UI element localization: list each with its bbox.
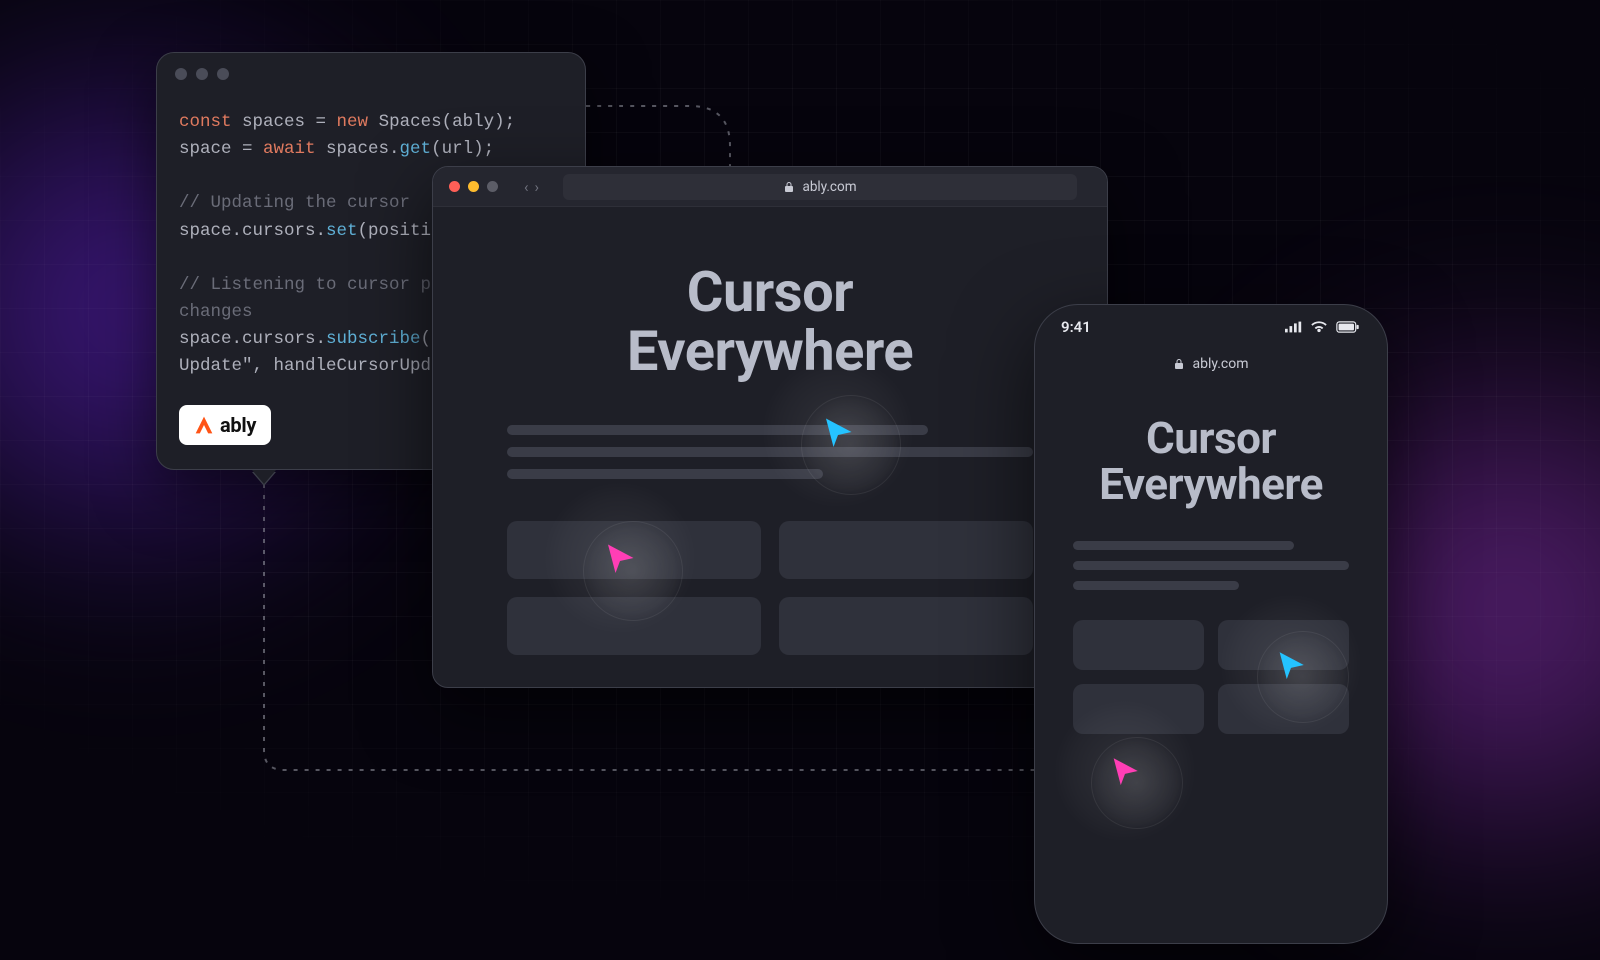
- minimize-dot[interactable]: [468, 181, 479, 192]
- zoom-dot[interactable]: [487, 181, 498, 192]
- placeholder-card: [779, 597, 1033, 655]
- phone-frame: 9:41 ably.com Cursor Everywhere: [1034, 304, 1388, 944]
- heading-line: Cursor: [1146, 412, 1276, 464]
- code-keyword: const: [179, 112, 232, 132]
- cursor-icon: [1108, 754, 1142, 788]
- browser-content: Cursor Everywhere: [433, 207, 1107, 688]
- status-bar: 9:41: [1035, 305, 1387, 349]
- heading-line: Everywhere: [1099, 458, 1323, 510]
- placeholder-line: [1073, 541, 1294, 550]
- placeholder-lines: [1073, 541, 1349, 590]
- placeholder-line: [1073, 581, 1239, 590]
- placeholder-line: [507, 447, 1033, 457]
- nav-buttons: ‹ ›: [524, 178, 539, 196]
- code-keyword: new: [337, 112, 369, 132]
- code-fn: get: [400, 139, 432, 159]
- code-text: Spaces(ably);: [368, 112, 515, 132]
- placeholder-lines: [507, 425, 1033, 479]
- traffic-lights: [449, 181, 498, 192]
- address-url: ably.com: [1192, 356, 1248, 372]
- back-button[interactable]: ‹: [524, 178, 529, 196]
- placeholder-cards: [507, 521, 1033, 655]
- placeholder-card: [507, 597, 761, 655]
- placeholder-line: [1073, 561, 1349, 570]
- close-dot[interactable]: [449, 181, 460, 192]
- phone-content: Cursor Everywhere: [1035, 387, 1387, 734]
- code-text: space.cursors.: [179, 221, 326, 241]
- code-fn: set: [326, 221, 358, 241]
- ably-badge-label: ably: [220, 413, 256, 437]
- page-heading: Cursor Everywhere: [1073, 415, 1349, 507]
- code-text: space =: [179, 139, 263, 159]
- address-bar[interactable]: ably.com: [563, 174, 1077, 200]
- code-keyword: await: [263, 139, 316, 159]
- ably-logo-icon: [194, 415, 214, 435]
- placeholder-card: [1073, 620, 1204, 670]
- ably-badge: ably: [179, 405, 271, 445]
- placeholder-card: [779, 521, 1033, 579]
- heading-line: Everywhere: [627, 318, 913, 384]
- editor-speech-nub: [252, 470, 276, 484]
- placeholder-card: [1073, 684, 1204, 734]
- code-text: (url);: [431, 139, 494, 159]
- browser-window: ‹ › ably.com Cursor Everywhere: [432, 166, 1108, 688]
- placeholder-cards: [1073, 620, 1349, 734]
- battery-icon: [1335, 321, 1361, 333]
- placeholder-card: [507, 521, 761, 579]
- editor-titlebar: [157, 53, 585, 95]
- code-text: space.cursors.: [179, 329, 326, 349]
- placeholder-card: [1218, 620, 1349, 670]
- code-comment: // Updating the cursor: [179, 193, 410, 213]
- browser-toolbar: ‹ › ably.com: [433, 167, 1107, 207]
- lock-icon: [1173, 358, 1185, 370]
- forward-button[interactable]: ›: [535, 178, 540, 196]
- phone-address-bar[interactable]: ably.com: [1035, 349, 1387, 379]
- window-dot: [196, 68, 208, 80]
- lock-icon: [783, 181, 795, 193]
- address-url: ably.com: [802, 179, 856, 195]
- window-dot: [175, 68, 187, 80]
- wifi-icon: [1310, 321, 1328, 333]
- status-time: 9:41: [1061, 318, 1091, 336]
- code-text: spaces.: [316, 139, 400, 159]
- window-dot: [217, 68, 229, 80]
- code-fn: subscribe: [326, 329, 421, 349]
- status-icons: [1285, 321, 1361, 333]
- code-text: spaces =: [232, 112, 337, 132]
- cursor-halo: [1091, 737, 1183, 829]
- signal-icon: [1285, 321, 1303, 333]
- page-heading: Cursor Everywhere: [507, 263, 1033, 381]
- placeholder-line: [507, 425, 928, 435]
- placeholder-card: [1218, 684, 1349, 734]
- heading-line: Cursor: [687, 259, 853, 325]
- placeholder-line: [507, 469, 823, 479]
